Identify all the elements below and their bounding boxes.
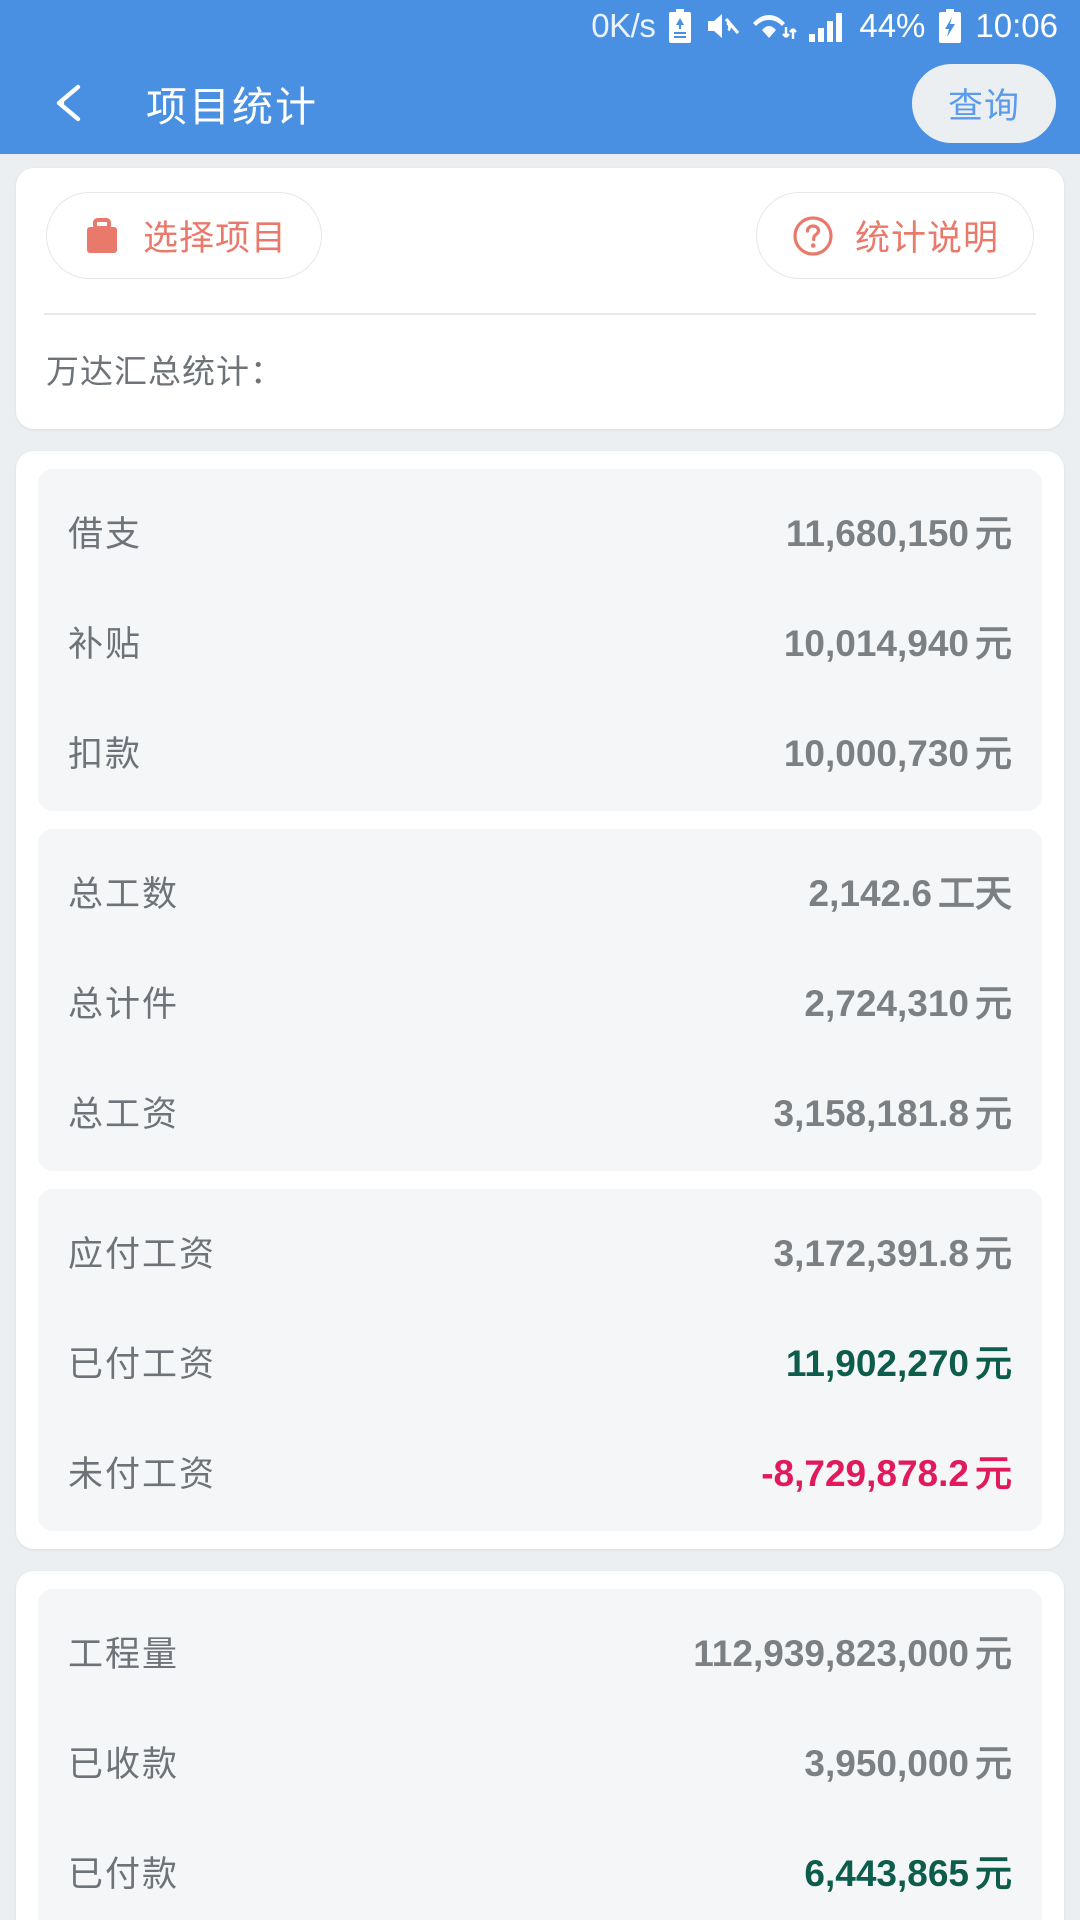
select-project-label: 选择项目: [143, 219, 288, 258]
stat-row-number: 10,000,730: [783, 732, 969, 774]
stat-row: 扣款 10,000,730 元: [38, 695, 1042, 805]
signal-icon: [809, 10, 847, 42]
stat-row-unit: 元: [975, 982, 1012, 1024]
battery-percent-text: 44%: [859, 7, 926, 44]
wifi-icon: [753, 9, 798, 43]
stat-row-value: 112,939,823,000 元: [693, 1623, 1012, 1677]
stat-row-number: 3,158,181.8: [773, 1092, 969, 1134]
stat-row-number: 3,950,000: [804, 1742, 969, 1784]
selector-button-row: 选择项目 统计说明: [38, 186, 1042, 283]
stat-row: 补贴 10,014,940 元: [38, 585, 1042, 695]
stat-row-label: 总工资: [68, 1094, 180, 1134]
stat-row-value: 3,172,391.8 元: [774, 1223, 1012, 1277]
stat-row-unit: 元: [975, 512, 1012, 554]
stat-row-label: 总工数: [68, 874, 180, 914]
stats-help-button[interactable]: 统计说明: [755, 192, 1034, 279]
stat-group: 总工数 2,142.6 工天 总计件 2,724,310 元总工资 3,158,181.8 元: [38, 828, 1042, 1171]
stat-row: 借支 11,680,150 元: [38, 475, 1042, 585]
stat-row-number: 2,724,310: [804, 982, 969, 1024]
query-button[interactable]: 查询: [911, 63, 1056, 143]
stat-group: 借支 11,680,150 元补贴 10,014,940 元扣款 10,000,730 元: [38, 468, 1042, 811]
stat-row-label: 补贴: [68, 624, 143, 664]
stat-row-label: 工程量: [68, 1634, 180, 1674]
project-selector-card: 选择项目 统计说明 万达汇总统计：: [16, 168, 1064, 429]
summary-title: 万达汇总统计：: [46, 352, 284, 390]
stat-row-unit: 元: [975, 1232, 1012, 1274]
stat-row-value: 11,680,150 元: [786, 503, 1012, 557]
stat-row-number: 11,902,270: [785, 1342, 969, 1384]
arrow-left-icon[interactable]: [40, 74, 98, 132]
stat-row: 总工数 2,142.6 工天: [38, 835, 1042, 945]
stat-row-unit: 元: [975, 1852, 1012, 1894]
stat-row-value: 3,158,181.8 元: [774, 1083, 1012, 1137]
stat-row-number: 11,680,150: [785, 512, 969, 554]
stat-group: 应付工资 3,172,391.8 元已付工资 11,902,270 元未付工资 -8,72…: [38, 1188, 1042, 1531]
stat-row-unit: 元: [975, 1742, 1012, 1784]
stat-row: 总工资 3,158,181.8 元: [38, 1055, 1042, 1165]
stat-row-value: 11,902,270 元: [786, 1333, 1012, 1387]
page-title: 项目统计: [146, 84, 318, 130]
stat-row-unit: 元: [975, 1452, 1012, 1494]
power-saver-icon: [667, 9, 693, 43]
stat-row-label: 已收款: [68, 1744, 180, 1784]
app-bar: 项目统计 查询: [0, 52, 1080, 154]
stat-row: 工程量 112,939,823,000 元: [38, 1595, 1042, 1705]
stat-row-label: 借支: [68, 514, 143, 554]
stat-row-value: 2,142.6 工天: [809, 863, 1012, 917]
stat-row-number: 6,443,865: [804, 1852, 969, 1894]
stat-row-value: 6,443,865 元: [804, 1843, 1012, 1897]
select-project-button[interactable]: 选择项目: [46, 192, 323, 279]
content-scroll-area[interactable]: 选择项目 统计说明 万达汇总统计： 借支 11,680,150 元补贴 10,014,…: [0, 154, 1080, 1920]
stat-row: 已收款 3,950,000 元: [38, 1705, 1042, 1815]
stat-row-number: 10,014,940: [783, 622, 969, 664]
stat-row-number: 2,142.6: [808, 872, 932, 914]
stat-row: 总计件 2,724,310 元: [38, 945, 1042, 1055]
stat-row-label: 总计件: [68, 984, 180, 1024]
stat-row-value: 3,950,000 元: [804, 1733, 1012, 1787]
stat-row-number: 112,939,823,000: [693, 1632, 969, 1674]
stat-card: 工程量 112,939,823,000 元已收款 3,950,000 元已付款 6,443…: [16, 1570, 1064, 1920]
clock-text: 10:06: [975, 7, 1058, 44]
stat-row-unit: 元: [975, 732, 1012, 774]
stat-row-unit: 元: [975, 1342, 1012, 1384]
stat-row-value: -8,729,878.2 元: [761, 1443, 1012, 1497]
status-bar: 0K/s 44% 10:06: [0, 0, 1080, 52]
stat-row-number: 3,172,391.8: [773, 1232, 969, 1274]
stat-row-value: 10,000,730 元: [784, 723, 1012, 777]
stats-help-label: 统计说明: [854, 219, 999, 258]
stat-row-label: 扣款: [68, 734, 143, 774]
stat-row-unit: 工天: [938, 872, 1012, 914]
statistics-cards: 借支 11,680,150 元补贴 10,014,940 元扣款 10,000,730 元总…: [16, 450, 1064, 1920]
stat-row-label: 已付款: [68, 1854, 180, 1894]
stat-card: 借支 11,680,150 元补贴 10,014,940 元扣款 10,000,730 元总…: [16, 450, 1064, 1549]
stat-row: 已付款 6,443,865 元: [38, 1815, 1042, 1920]
stat-row-number: -8,729,878.2: [761, 1452, 969, 1494]
question-circle-icon: [791, 214, 835, 258]
stat-row-label: 未付工资: [68, 1454, 217, 1494]
network-speed-text: 0K/s: [591, 7, 656, 44]
stat-row-unit: 元: [975, 622, 1012, 664]
stat-row-unit: 元: [975, 1632, 1012, 1674]
stat-row: 已付工资 11,902,270 元: [38, 1305, 1042, 1415]
stat-row-label: 已付工资: [68, 1344, 217, 1384]
stat-group: 工程量 112,939,823,000 元已收款 3,950,000 元已付款 6,443…: [38, 1588, 1042, 1920]
stat-row-unit: 元: [975, 1092, 1012, 1134]
stat-row-value: 2,724,310 元: [804, 973, 1012, 1027]
mute-icon: [705, 10, 741, 42]
battery-charging-icon: [937, 9, 963, 43]
stat-row-label: 应付工资: [68, 1234, 217, 1274]
stat-row-value: 10,014,940 元: [784, 613, 1012, 667]
stat-row: 未付工资 -8,729,878.2 元: [38, 1415, 1042, 1525]
stat-row: 应付工资 3,172,391.8 元: [38, 1195, 1042, 1305]
briefcase-icon: [81, 215, 123, 257]
